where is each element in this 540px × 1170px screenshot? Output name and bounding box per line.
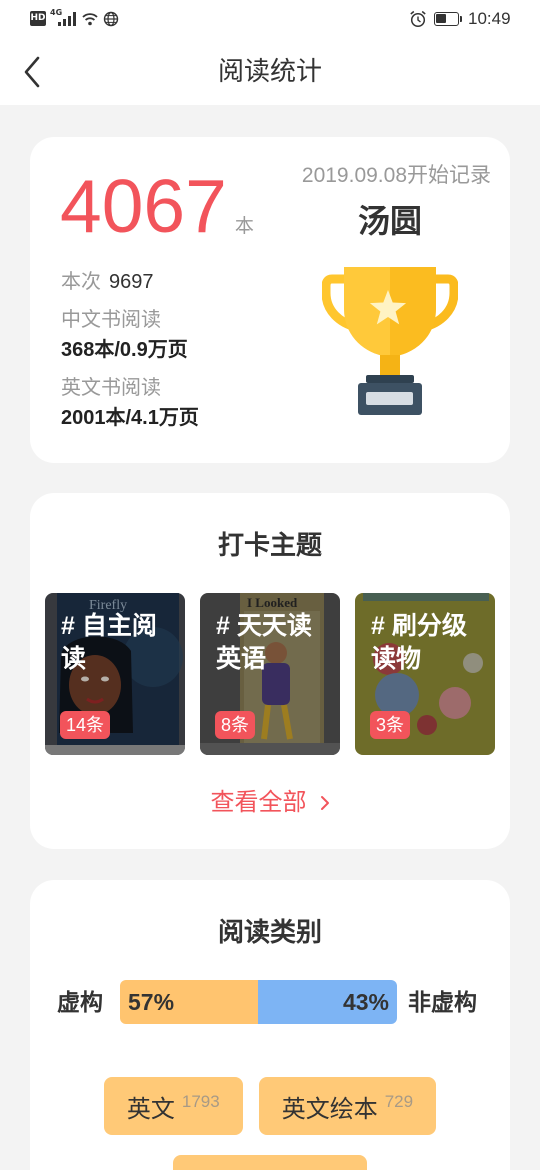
this-time-stat: 本次 9697: [61, 269, 154, 295]
check-in-topics-card: 打卡主题 Firefly # 自主阅读 14条 I Looked # 天天读英语…: [30, 493, 510, 849]
topic-tile[interactable]: # 刷分级读物 3条: [355, 593, 495, 755]
hd-badge: HD: [30, 11, 46, 26]
chevron-right-icon: [320, 796, 329, 810]
english-books-value: 2001本/4.1万页: [61, 407, 199, 429]
view-all-row: 查看全部: [30, 788, 510, 818]
category-tag-count: 1793: [181, 1092, 220, 1111]
this-time-value: 9697: [109, 271, 154, 293]
reading-summary-card: 4067 本 2019.09.08开始记录 汤圆 本次 9697 中文书阅读 36…: [30, 137, 510, 463]
topic-count-badge: 8条: [215, 711, 256, 739]
alarm-icon: [410, 10, 426, 28]
trophy-stem: [380, 355, 400, 377]
battery-fill: [436, 14, 446, 23]
chevron-left-icon: [24, 56, 40, 88]
topic-count-badge: 14条: [60, 711, 111, 739]
trophy-cup-right: [390, 267, 436, 357]
page-header: 阅读统计: [0, 38, 540, 105]
topic-label: # 自主阅读: [61, 612, 157, 673]
this-time-label: 本次: [61, 271, 101, 293]
category-tags: 英文 1793 英文绘本 729: [30, 1077, 510, 1170]
topic-tile[interactable]: Firefly # 自主阅读 14条: [45, 593, 185, 755]
app-screen: HD 4G 10:49 阅读统计 4067 本 2019.09.08开始记录 汤…: [0, 0, 540, 1170]
battery-cap: [460, 16, 462, 22]
view-all-link[interactable]: 查看全部: [211, 788, 330, 818]
globe-icon: [103, 11, 119, 27]
topic-label: # 天天读英语: [216, 612, 312, 673]
battery-body: [434, 12, 459, 26]
total-count-row: 4067 本: [60, 168, 254, 244]
category-tag-label: 英文: [126, 1095, 175, 1123]
total-book-count: 4067: [60, 164, 227, 248]
trophy-plate: [366, 392, 413, 405]
topics-title: 打卡主题: [217, 530, 322, 560]
english-books-label: 英文书阅读: [61, 377, 161, 399]
status-bar: HD 4G 10:49: [0, 0, 540, 38]
total-book-unit: 本: [234, 216, 254, 237]
nonfiction-percent: 43%: [258, 980, 397, 1024]
back-button[interactable]: [14, 52, 50, 92]
reading-categories-card: 阅读类别 虚构 57% 43% 非虚构 英文 1793 英文绘本 729: [30, 880, 510, 1170]
category-tag-count: 729: [384, 1092, 414, 1111]
category-tag[interactable]: 英文 1793: [103, 1077, 243, 1135]
category-tag-label: 英文绘本: [281, 1095, 378, 1123]
signal-icon: [58, 12, 76, 26]
battery-icon: [434, 12, 462, 26]
chinese-books-label: 中文书阅读: [61, 309, 161, 331]
nonfiction-label: 非虚构: [408, 989, 477, 1015]
chinese-books-value: 368本/0.9万页: [61, 339, 188, 361]
wifi-icon: [82, 13, 98, 26]
fiction-ratio-bar: 57% 43%: [120, 980, 397, 1024]
topic-tile[interactable]: I Looked # 天天读英语 8条: [200, 593, 340, 755]
record-start-note: 2019.09.08开始记录: [301, 164, 491, 187]
fiction-percent: 57%: [120, 980, 258, 1024]
fiction-label: 虚构: [57, 989, 103, 1015]
topic-count-badge: 3条: [370, 711, 411, 739]
page-title: 阅读统计: [217, 56, 322, 86]
topic-label: # 刷分级读物: [371, 612, 467, 673]
category-tag-partial[interactable]: [173, 1155, 367, 1170]
trophy-base-top: [366, 375, 414, 383]
user-name: 汤圆: [357, 203, 422, 239]
trophy-icon: [322, 267, 458, 415]
view-all-label: 查看全部: [210, 789, 307, 816]
clock-time: 10:49: [468, 9, 511, 28]
category-tag[interactable]: 英文绘本 729: [258, 1077, 437, 1135]
categories-title: 阅读类别: [217, 917, 322, 947]
